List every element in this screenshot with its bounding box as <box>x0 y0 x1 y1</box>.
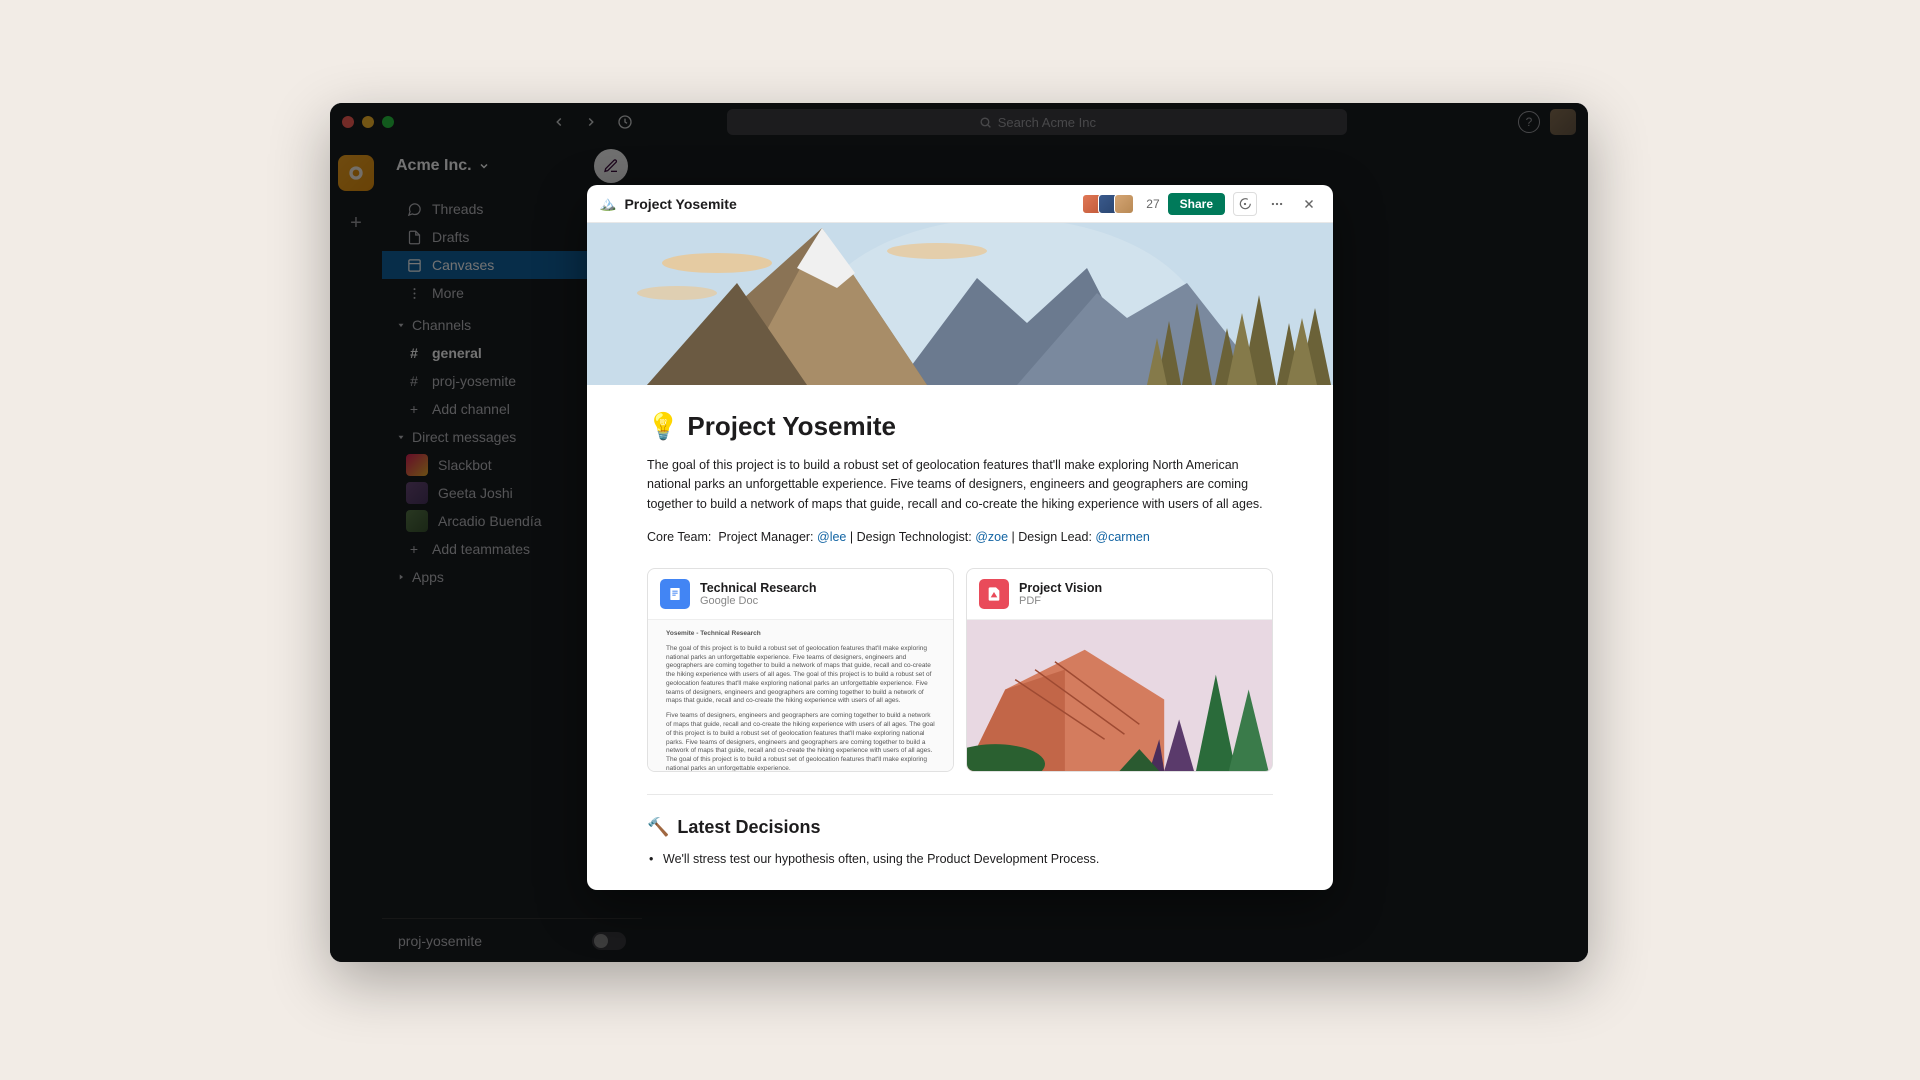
hash-icon: # <box>406 345 422 361</box>
back-button[interactable] <box>546 109 572 135</box>
plus-icon: + <box>406 401 422 417</box>
sidebar-item-label: Canvases <box>432 257 494 273</box>
drafts-icon <box>406 230 422 245</box>
compose-button[interactable] <box>594 149 628 183</box>
titlebar: Search Acme Inc ? <box>330 103 1588 141</box>
forward-button[interactable] <box>578 109 604 135</box>
attachment-project-vision[interactable]: Project Vision PDF <box>966 568 1273 772</box>
comments-button[interactable] <box>1233 192 1257 216</box>
search-placeholder: Search Acme Inc <box>998 115 1096 130</box>
more-icon <box>406 286 422 301</box>
user-avatar[interactable] <box>1550 109 1576 135</box>
threads-icon <box>406 202 422 217</box>
minimize-window-button[interactable] <box>362 116 374 128</box>
channel-label: proj-yosemite <box>432 373 516 389</box>
pdf-icon <box>979 579 1009 609</box>
workspace-switcher[interactable] <box>338 155 374 191</box>
doc-subheading: 🔨 Latest Decisions <box>647 817 1273 838</box>
attachment-title: Technical Research <box>700 581 817 595</box>
canvas-modal: 🏔️ Project Yosemite 27 Share <box>587 185 1333 890</box>
attachment-subtitle: Google Doc <box>700 595 817 607</box>
sidebar-item-label: Drafts <box>432 229 469 245</box>
maximize-window-button[interactable] <box>382 116 394 128</box>
sidebar-item-label: More <box>432 285 464 301</box>
huddle-toggle[interactable] <box>592 932 626 950</box>
lightbulb-icon: 💡 <box>647 411 679 442</box>
member-avatars[interactable] <box>1082 194 1134 214</box>
canvas-hero-image <box>587 223 1333 385</box>
close-icon <box>1302 197 1316 211</box>
attachment-preview: Yosemite - Technical Research The goal o… <box>648 619 953 771</box>
mountain-icon: 🏔️ <box>599 195 616 212</box>
sidebar-footer: proj-yosemite <box>382 918 642 962</box>
canvases-icon <box>406 258 422 273</box>
caret-down-icon <box>396 320 406 330</box>
divider <box>647 794 1273 795</box>
presence-avatar <box>406 510 428 532</box>
doc-core-team: Core Team: Project Manager: @lee | Desig… <box>647 530 1273 544</box>
more-actions-button[interactable] <box>1265 192 1289 216</box>
dm-label: Geeta Joshi <box>438 485 513 501</box>
window-controls <box>342 116 394 128</box>
doc-heading-text: Project Yosemite <box>687 411 896 442</box>
add-workspace-button[interactable]: + <box>338 205 374 241</box>
presence-avatar <box>406 482 428 504</box>
close-button[interactable] <box>1297 192 1321 216</box>
doc-subheading-text: Latest Decisions <box>677 817 820 838</box>
presence-avatar <box>406 454 428 476</box>
caret-right-icon <box>396 572 406 582</box>
caret-down-icon <box>396 432 406 442</box>
workspace-name: Acme Inc. <box>396 157 472 175</box>
hash-icon: # <box>406 373 422 389</box>
canvas-header: 🏔️ Project Yosemite 27 Share <box>587 185 1333 223</box>
dm-label: Arcadio Buendía <box>438 513 542 529</box>
plus-icon: + <box>406 541 422 557</box>
mention-lee[interactable]: @lee <box>817 530 846 544</box>
close-window-button[interactable] <box>342 116 354 128</box>
sidebar-item-label: Threads <box>432 201 483 217</box>
canvas-title: Project Yosemite <box>624 196 736 212</box>
mention-carmen[interactable]: @carmen <box>1095 530 1149 544</box>
attachment-preview-image <box>967 619 1272 771</box>
attachment-subtitle: PDF <box>1019 595 1102 607</box>
footer-channel-name: proj-yosemite <box>398 933 482 949</box>
sidebar-item-label: Add teammates <box>432 541 530 557</box>
search-icon <box>979 116 992 129</box>
history-button[interactable] <box>612 109 638 135</box>
google-doc-icon <box>660 579 690 609</box>
doc-intro: The goal of this project is to build a r… <box>647 456 1273 514</box>
channel-label: general <box>432 345 482 361</box>
sidebar-header[interactable]: Acme Inc. <box>382 141 642 191</box>
avatar <box>1114 194 1134 214</box>
chevron-down-icon <box>478 160 490 172</box>
decision-item: We'll stress test our hypothesis often, … <box>647 852 1273 866</box>
help-button[interactable]: ? <box>1518 111 1540 133</box>
canvas-body[interactable]: 💡 Project Yosemite The goal of this proj… <box>587 385 1333 890</box>
share-button[interactable]: Share <box>1168 193 1225 215</box>
member-count: 27 <box>1146 197 1159 211</box>
gavel-icon: 🔨 <box>647 817 669 838</box>
attachments-row: Technical Research Google Doc Yosemite -… <box>647 568 1273 772</box>
doc-heading: 💡 Project Yosemite <box>647 411 1273 442</box>
search-input[interactable]: Search Acme Inc <box>727 109 1347 135</box>
attachment-technical-research[interactable]: Technical Research Google Doc Yosemite -… <box>647 568 954 772</box>
workspace-rail: + <box>330 141 382 962</box>
nav-arrows <box>546 109 638 135</box>
mention-zoe[interactable]: @zoe <box>975 530 1008 544</box>
attachment-title: Project Vision <box>1019 581 1102 595</box>
sidebar-item-label: Add channel <box>432 401 510 417</box>
dm-label: Slackbot <box>438 457 492 473</box>
